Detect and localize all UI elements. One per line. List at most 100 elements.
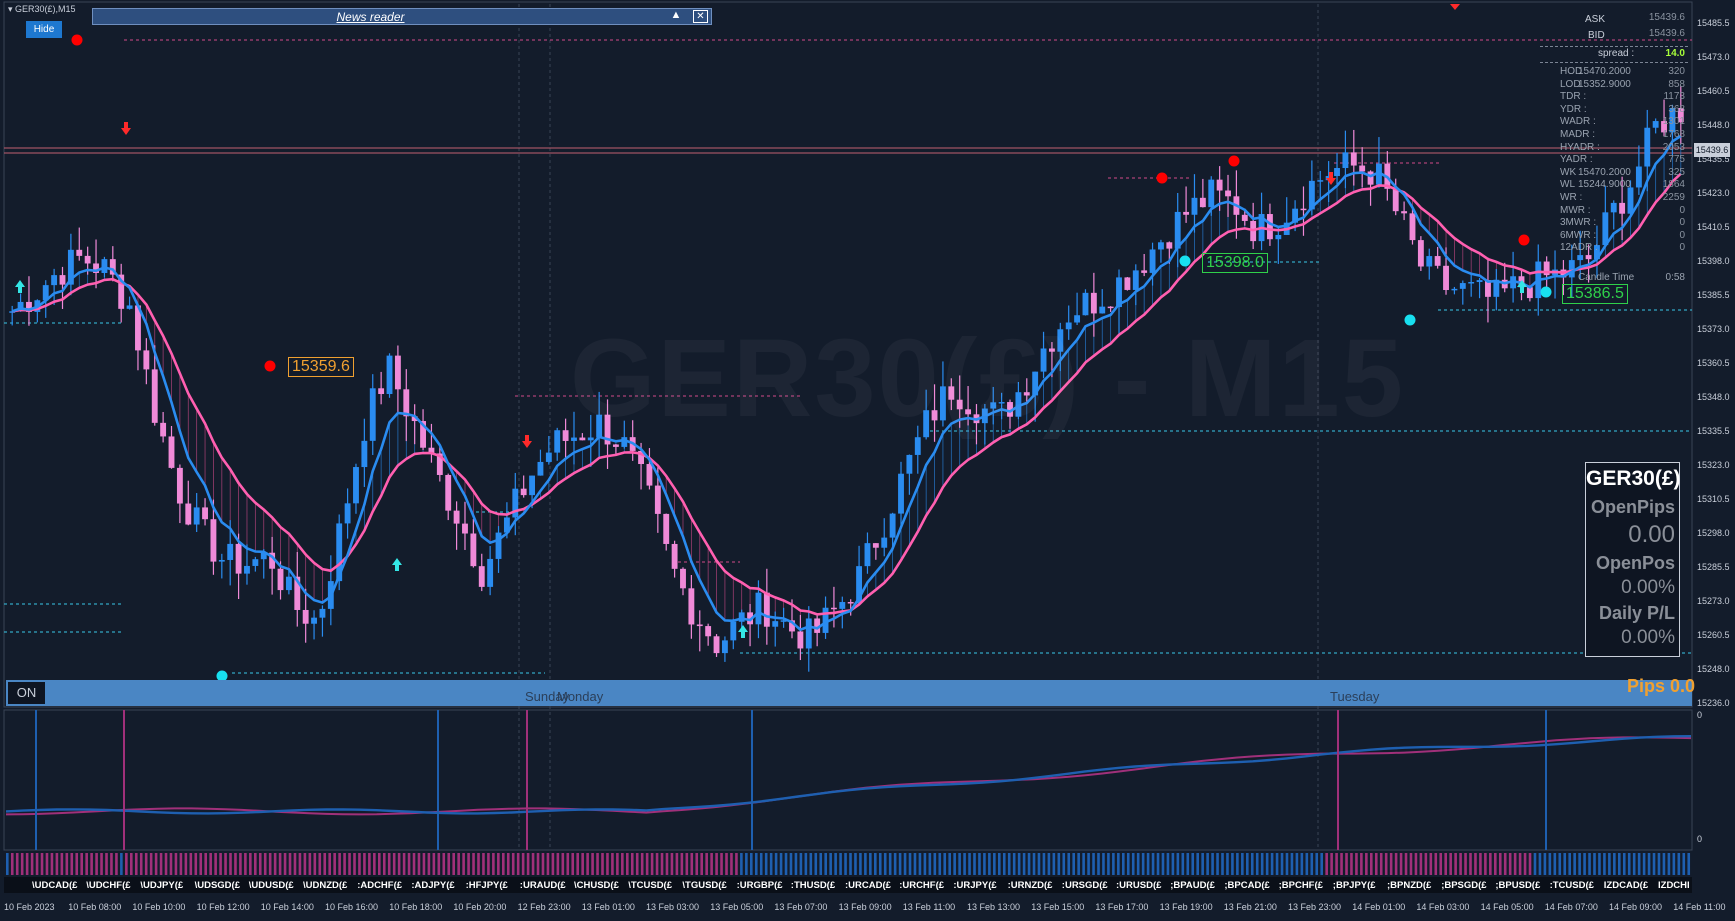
strength-bar	[536, 853, 540, 875]
strength-bar	[864, 853, 867, 875]
strength-bar	[194, 853, 198, 875]
price-chart[interactable]	[0, 0, 1735, 921]
strength-bar	[998, 853, 1001, 875]
info-row-value: 0	[1679, 217, 1685, 229]
info-row-value: 0	[1679, 229, 1685, 241]
strength-bar	[100, 853, 103, 875]
strength-bar	[546, 853, 550, 875]
strength-bar	[745, 853, 748, 875]
candle-body	[495, 532, 502, 559]
close-icon[interactable]: ✕	[693, 10, 708, 23]
strength-bar	[1613, 853, 1616, 875]
alert-triangle-icon	[1450, 4, 1460, 10]
symbol-strip-item[interactable]: :THUSD(£	[791, 880, 835, 891]
osc-main-line	[5, 735, 1692, 815]
symbol-strip-item[interactable]: :URCHF(£	[899, 880, 944, 891]
strength-bar	[184, 853, 188, 875]
strength-bar	[35, 853, 39, 875]
info-row-label: 3MWR :	[1560, 217, 1597, 229]
symbol-strip-item[interactable]: ;BPUSD(£	[1495, 880, 1540, 891]
symbol-strip-item[interactable]: ;BPJPY(£	[1333, 880, 1376, 891]
strength-bar	[75, 853, 79, 875]
news-reader-title[interactable]: News reader	[93, 10, 648, 24]
symbol-strip-item[interactable]: \UDJPY(£	[140, 880, 183, 891]
symbol-strip-item[interactable]: :HFJPY(£	[466, 880, 508, 891]
strength-bar	[1122, 853, 1125, 875]
strength-bar	[25, 853, 29, 875]
symbol-strip-item[interactable]: :URCAD(£	[845, 880, 891, 891]
bid-value: 15439.6	[1648, 28, 1685, 39]
candle-body	[847, 602, 854, 604]
strength-bar	[1097, 853, 1100, 875]
symbol-strip-item[interactable]: :URUSD(£	[1116, 880, 1161, 891]
symbol-strip-item[interactable]: :URSGD(£	[1062, 880, 1108, 891]
symbol-strip-item[interactable]: \TCUSD(£	[628, 880, 672, 891]
strength-bar	[1474, 853, 1477, 875]
symbol-strip-item[interactable]: \CHUSD(£	[574, 880, 619, 891]
symbol-strip-item[interactable]: ;BPCAD(£	[1224, 880, 1269, 891]
strength-bar	[1424, 853, 1428, 875]
candle-body	[1409, 213, 1416, 241]
symbol-strip-item[interactable]: ;BPNZD(£	[1387, 880, 1431, 891]
strength-bar	[333, 853, 336, 875]
strength-bar	[273, 853, 277, 875]
strength-bar	[506, 853, 510, 875]
hide-button[interactable]: Hide	[26, 21, 62, 38]
symbol-strip-item[interactable]: \UDNZD(£	[303, 880, 347, 891]
strength-bar	[1166, 853, 1170, 875]
strength-bar	[229, 853, 232, 875]
candle-body	[361, 440, 368, 468]
candle-body	[562, 430, 569, 441]
symbol-strip-item[interactable]: ;BPAUD(£	[1170, 880, 1215, 891]
candle-body	[1401, 211, 1408, 214]
triangle-up-icon[interactable]: ▲	[669, 9, 683, 21]
on-button[interactable]: ON	[8, 682, 45, 704]
strength-bar	[983, 853, 986, 875]
symbol-strip-item[interactable]: \UDCHF(£	[86, 880, 130, 891]
strength-bar	[571, 853, 575, 875]
strength-bar	[903, 853, 907, 875]
symbol-strip-item[interactable]: IZDCHI	[1658, 880, 1690, 891]
symbol-strip-item[interactable]: \UDSGD(£	[195, 880, 240, 891]
candle-body	[1124, 277, 1131, 290]
symbol-strip-item[interactable]: :ADCHF(£	[357, 880, 402, 891]
candle-body	[51, 275, 58, 286]
ask-label: ASK	[1585, 14, 1606, 25]
candle-body	[168, 436, 175, 468]
symbol-strip-item[interactable]: ;BPCHF(£	[1279, 880, 1323, 891]
candle-body	[713, 636, 720, 654]
symbol-strip-item[interactable]: \TGUSD(£	[682, 880, 726, 891]
pips-label: Pips 0.0	[1626, 676, 1695, 696]
price-axis-label: 15273.0	[1697, 596, 1730, 606]
candle-body	[520, 488, 527, 496]
candle-body	[1166, 242, 1173, 249]
candle-body	[1267, 214, 1273, 240]
info-row-value: 325	[1668, 166, 1685, 178]
symbol-strip-item[interactable]: \UDCAD(£	[32, 880, 77, 891]
symbol-strip-item[interactable]: :URNZD(£	[1008, 880, 1053, 891]
symbol-strip-item[interactable]: :URJPY(£	[953, 880, 996, 891]
strength-bar	[1002, 853, 1006, 875]
symbol-strip-item[interactable]: :URAUD(£	[520, 880, 566, 891]
symbol-strip-item[interactable]: :ADJPY(£	[411, 880, 454, 891]
strength-bar	[209, 853, 212, 875]
strength-bar	[105, 853, 108, 875]
candle-body	[830, 607, 837, 610]
strength-bar	[1563, 853, 1567, 875]
symbol-strip-item[interactable]: ;BPSGD(£	[1441, 880, 1486, 891]
strength-bar	[189, 853, 193, 875]
strength-bar	[244, 853, 247, 875]
symbol-strip-item[interactable]: :URGBP(£	[737, 880, 783, 891]
strength-bar	[551, 853, 555, 875]
strength-bar	[298, 853, 302, 875]
strength-bar	[799, 853, 803, 875]
symbol-strip-item[interactable]: \UDUSD(£	[249, 880, 294, 891]
info-row-label: HYADR :	[1560, 141, 1600, 153]
news-reader-bar[interactable]: News reader ▲ ✕	[92, 8, 712, 25]
symbol-strip-item[interactable]: :TCUSD(£	[1550, 880, 1594, 891]
chart-symbol-title: ▾ GER30(£),M15	[8, 4, 76, 14]
strength-bar	[978, 853, 981, 875]
candle-time-label: Candle Time	[1578, 272, 1635, 283]
symbol-strip-item[interactable]: IZDCAD(£	[1604, 880, 1648, 891]
candle-body	[1199, 197, 1206, 208]
